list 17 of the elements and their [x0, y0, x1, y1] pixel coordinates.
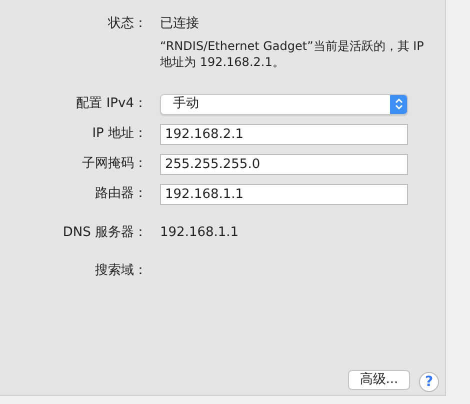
help-button[interactable]: ?	[419, 372, 439, 392]
chevron-icon	[394, 98, 402, 110]
advanced-button[interactable]: 高级...	[348, 370, 410, 390]
field-label: 子网掩码：	[81, 155, 148, 174]
status-description: “RNDIS/Ethernet Gadget”当前是活跃的，其 IP 地址为 192.168.2.1。	[160, 38, 425, 70]
field-value: 192.168.1.1	[160, 224, 239, 242]
text-field[interactable]: 255.255.255.0	[160, 154, 408, 174]
field-label: 搜索域：	[94, 262, 148, 280]
field-label: 状态：	[106, 15, 148, 33]
configure-select[interactable]: 手动	[160, 94, 408, 114]
text-field[interactable]: 192.168.1.1	[160, 184, 408, 204]
field-label: DNS 服务器：	[62, 224, 148, 242]
field-label: IP 地址：	[91, 125, 148, 144]
field-label: 路由器：	[94, 185, 148, 204]
status-value: 已连接	[160, 15, 199, 33]
field-label: 配置 IPv4：	[75, 95, 148, 114]
text-field[interactable]: 192.168.2.1	[160, 124, 408, 144]
